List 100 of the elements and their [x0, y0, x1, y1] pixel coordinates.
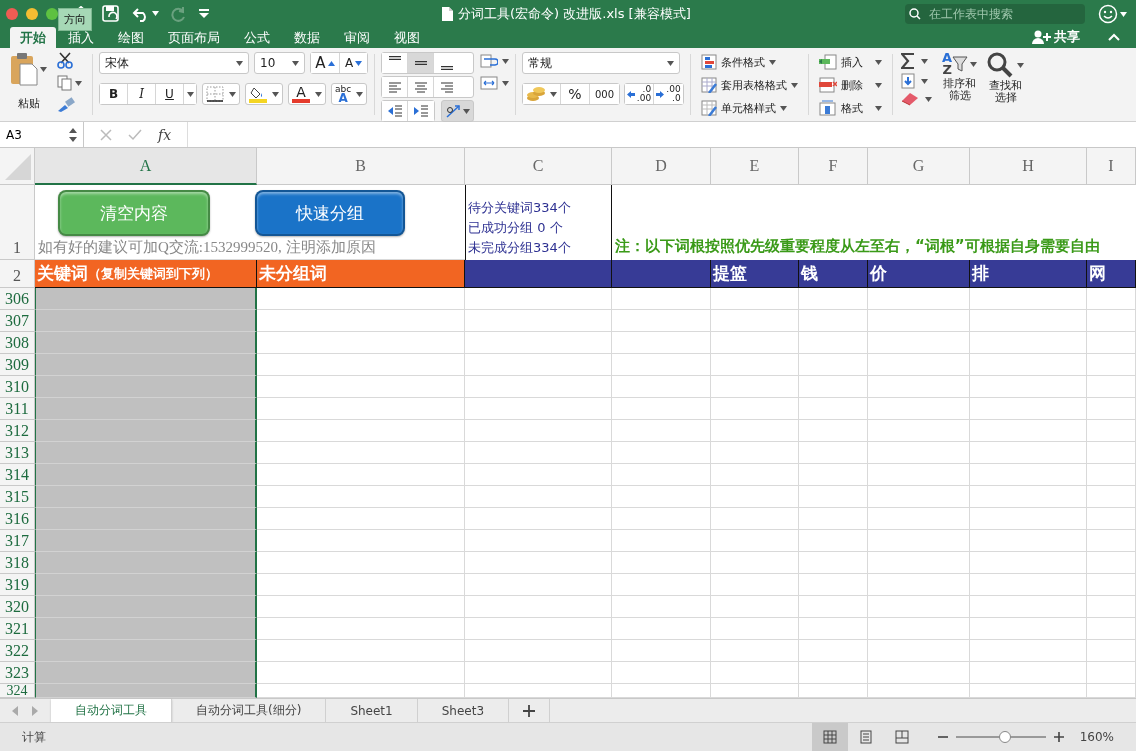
table-cell[interactable]: [868, 354, 970, 376]
table-cell[interactable]: [1087, 640, 1136, 662]
table-cell[interactable]: [465, 310, 612, 332]
phonetic-button[interactable]: abc A: [331, 83, 368, 105]
table-cell[interactable]: [868, 596, 970, 618]
table-cell[interactable]: [970, 310, 1087, 332]
table-cell[interactable]: [465, 354, 612, 376]
bold-button[interactable]: B: [100, 84, 128, 104]
table-cell[interactable]: [612, 442, 711, 464]
table-cell[interactable]: [711, 552, 799, 574]
cells-menu-button[interactable]: 删除: [819, 75, 882, 95]
table-cell[interactable]: [711, 574, 799, 596]
table-cell[interactable]: [465, 398, 612, 420]
font-size-dropdown[interactable]: 10: [254, 52, 305, 74]
selected-cell[interactable]: [35, 596, 257, 618]
merge-cells-icon[interactable]: [480, 76, 498, 90]
selected-cell[interactable]: [35, 420, 257, 442]
table-cell[interactable]: [257, 310, 465, 332]
table-cell[interactable]: [868, 332, 970, 354]
table-cell[interactable]: [465, 288, 612, 310]
share-button[interactable]: 共享: [1032, 28, 1080, 46]
table-cell[interactable]: [465, 640, 612, 662]
row-header[interactable]: 306: [0, 288, 35, 310]
table-cell[interactable]: [799, 288, 868, 310]
table-cell[interactable]: [612, 574, 711, 596]
row-header[interactable]: 308: [0, 332, 35, 354]
table-cell[interactable]: [465, 332, 612, 354]
table-cell[interactable]: [257, 442, 465, 464]
table-cell[interactable]: [711, 662, 799, 684]
table-cell[interactable]: [799, 442, 868, 464]
borders-button[interactable]: [202, 83, 240, 105]
row-header[interactable]: 1: [0, 185, 35, 260]
table-cell[interactable]: [711, 596, 799, 618]
underline-menu-button[interactable]: [184, 84, 196, 104]
table-cell[interactable]: [1087, 552, 1136, 574]
column-header[interactable]: E: [711, 148, 799, 185]
table-cell[interactable]: [1087, 354, 1136, 376]
selected-cell[interactable]: [35, 640, 257, 662]
table-cell[interactable]: [1087, 618, 1136, 640]
table-cell[interactable]: [612, 662, 711, 684]
close-button[interactable]: [6, 7, 18, 20]
table-cell[interactable]: [465, 662, 612, 684]
previous-sheet-icon[interactable]: [12, 705, 18, 716]
table-cell[interactable]: [970, 508, 1087, 530]
table-cell[interactable]: [612, 618, 711, 640]
table-cell[interactable]: [465, 530, 612, 552]
table-cell[interactable]: [970, 596, 1087, 618]
row-header[interactable]: 321: [0, 618, 35, 640]
table-cell[interactable]: [257, 508, 465, 530]
column-header[interactable]: B: [257, 148, 465, 185]
fill-down-icon[interactable]: [901, 73, 915, 89]
table-cell[interactable]: [1087, 596, 1136, 618]
table-cell[interactable]: [465, 596, 612, 618]
table-cell[interactable]: [970, 442, 1087, 464]
table-cell[interactable]: [465, 464, 612, 486]
table-cell[interactable]: [970, 552, 1087, 574]
table-cell[interactable]: [711, 486, 799, 508]
selected-cell[interactable]: [35, 508, 257, 530]
selected-cell[interactable]: [35, 376, 257, 398]
table-cell[interactable]: [1087, 662, 1136, 684]
row-header[interactable]: 318: [0, 552, 35, 574]
table-cell[interactable]: [257, 332, 465, 354]
sort-filter-button[interactable]: A Z 排序和筛选: [942, 52, 978, 121]
row-header[interactable]: 323: [0, 662, 35, 684]
table-cell[interactable]: [711, 640, 799, 662]
zoom-label[interactable]: 160%: [1079, 730, 1114, 744]
currency-button[interactable]: [523, 84, 561, 104]
table-cell[interactable]: [612, 486, 711, 508]
orientation-button[interactable]: [441, 100, 474, 122]
table-cell[interactable]: [1087, 310, 1136, 332]
vertical-align-button[interactable]: [408, 53, 434, 73]
table-cell[interactable]: [257, 640, 465, 662]
table-cell[interactable]: [612, 376, 711, 398]
styles-menu-button[interactable]: 单元格样式: [701, 98, 798, 118]
next-sheet-icon[interactable]: [32, 705, 38, 716]
minimize-button[interactable]: [26, 7, 38, 20]
column-header[interactable]: D: [612, 148, 711, 185]
cancel-icon[interactable]: [100, 128, 112, 141]
ribbon-tab[interactable]: 绘图: [106, 27, 156, 48]
table-cell[interactable]: [465, 552, 612, 574]
table-cell[interactable]: [257, 420, 465, 442]
table-cell[interactable]: [868, 640, 970, 662]
row-header[interactable]: 322: [0, 640, 35, 662]
table-cell[interactable]: [257, 354, 465, 376]
selected-cell[interactable]: [35, 288, 257, 310]
selected-cell[interactable]: [35, 332, 257, 354]
paste-button[interactable]: 粘贴: [10, 52, 47, 111]
table-cell[interactable]: [711, 398, 799, 420]
wrap-text-icon[interactable]: [480, 54, 498, 68]
table-cell[interactable]: [970, 574, 1087, 596]
selected-cell[interactable]: [35, 552, 257, 574]
view-button[interactable]: [811, 723, 848, 751]
macro-button[interactable]: 快速分组: [255, 190, 405, 236]
table-cell[interactable]: [970, 332, 1087, 354]
row-header[interactable]: 317: [0, 530, 35, 552]
table-cell[interactable]: [868, 662, 970, 684]
increase-decimal-button[interactable]: .0 .00: [625, 84, 654, 104]
sum-icon[interactable]: [901, 52, 915, 70]
table-cell[interactable]: [612, 552, 711, 574]
table-cell[interactable]: [970, 288, 1087, 310]
